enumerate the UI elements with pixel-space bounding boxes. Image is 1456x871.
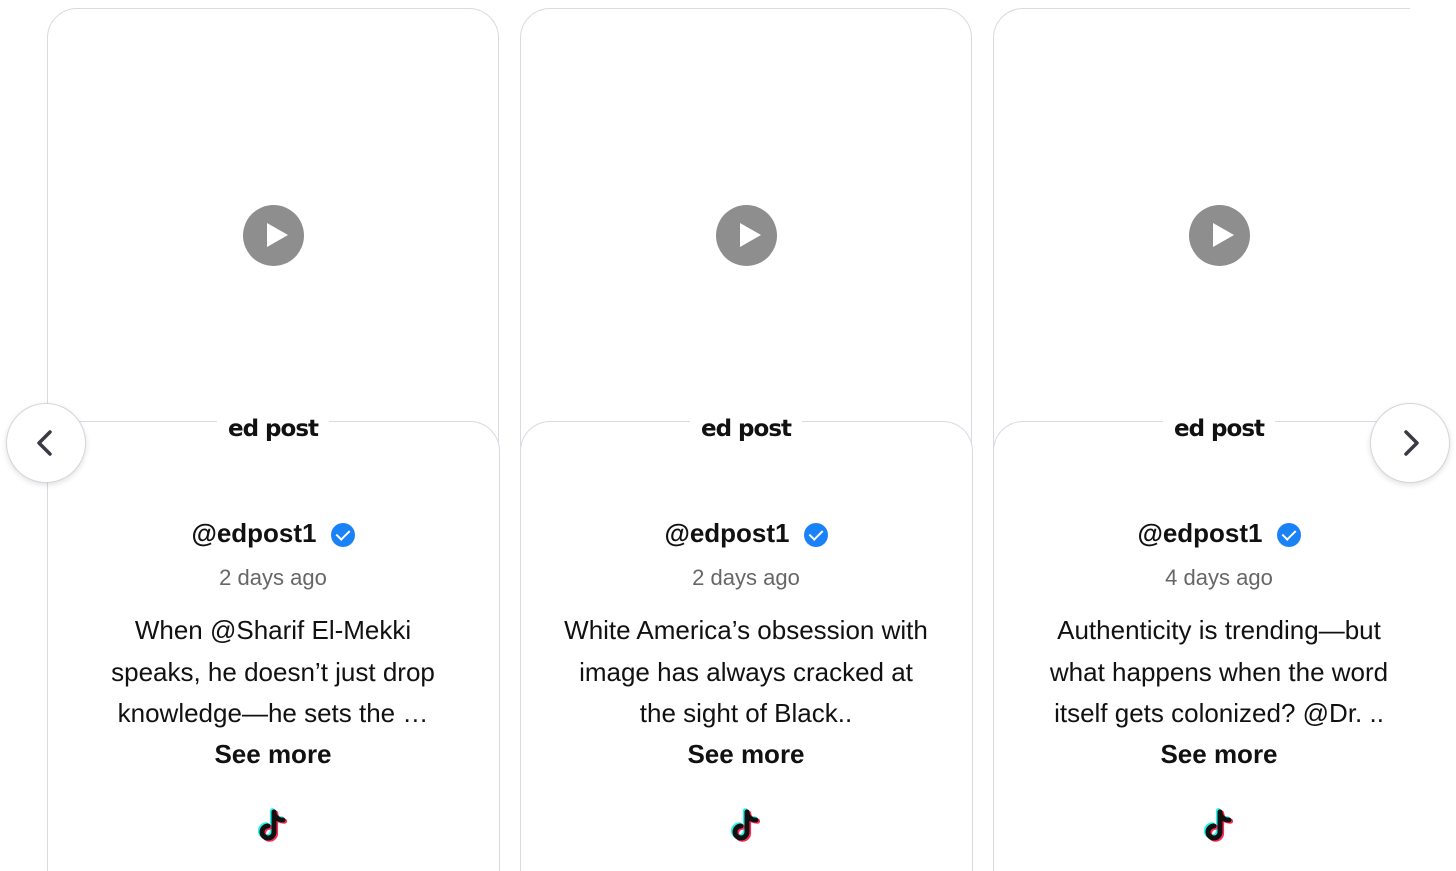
see-more-link[interactable]: See more <box>521 737 972 771</box>
card-info: ed post @edpost1 2 days ago When @Sharif… <box>46 409 500 871</box>
author-handle[interactable]: @edpost1 <box>664 517 789 549</box>
author-handle[interactable]: @edpost1 <box>1137 517 1262 549</box>
author-row: @edpost1 <box>521 517 972 549</box>
brand-logo: ed post <box>689 409 803 449</box>
carousel-prev-button[interactable] <box>6 403 86 483</box>
verified-badge-icon <box>803 523 828 547</box>
post-caption: Authenticity is trending—but what happen… <box>1049 615 1389 728</box>
card-info: ed post @edpost1 2 days ago White Americ… <box>519 409 973 871</box>
video-card[interactable]: ed post @edpost1 2 days ago White Americ… <box>519 8 973 871</box>
see-more-link[interactable]: See more <box>48 737 499 771</box>
play-icon[interactable] <box>243 205 304 266</box>
author-row: @edpost1 <box>994 517 1411 549</box>
post-caption: White America’s obsession with image has… <box>564 615 928 728</box>
carousel-next-button[interactable] <box>1370 403 1450 483</box>
verified-badge-icon <box>330 523 355 547</box>
chevron-left-icon <box>37 430 52 456</box>
card-info: ed post @edpost1 4 days ago Authenticity… <box>992 409 1411 871</box>
video-card[interactable]: ed post @edpost1 2 days ago When @Sharif… <box>46 8 500 871</box>
tiktok-icon[interactable] <box>726 807 766 847</box>
post-time: 2 days ago <box>692 565 800 590</box>
post-time: 4 days ago <box>1165 565 1273 590</box>
tiktok-icon[interactable] <box>253 807 293 847</box>
video-card[interactable]: ed post @edpost1 4 days ago Authenticity… <box>992 8 1411 871</box>
play-icon[interactable] <box>716 205 777 266</box>
author-handle[interactable]: @edpost1 <box>191 517 316 549</box>
video-thumbnail[interactable] <box>521 9 971 423</box>
brand-logo: ed post <box>1162 409 1276 449</box>
verified-badge-icon <box>1276 523 1301 547</box>
tiktok-icon[interactable] <box>1199 807 1239 847</box>
play-icon[interactable] <box>1189 205 1250 266</box>
chevron-right-icon <box>1404 430 1419 456</box>
brand-logo: ed post <box>216 409 330 449</box>
post-caption: When @Sharif El-Mekki speaks, he doesn’t… <box>111 615 435 728</box>
see-more-link[interactable]: See more <box>994 737 1411 771</box>
author-row: @edpost1 <box>48 517 499 549</box>
video-thumbnail[interactable] <box>994 9 1410 423</box>
video-thumbnail[interactable] <box>48 9 498 423</box>
video-carousel: ed post @edpost1 2 days ago When @Sharif… <box>0 0 1410 871</box>
post-time: 2 days ago <box>219 565 327 590</box>
